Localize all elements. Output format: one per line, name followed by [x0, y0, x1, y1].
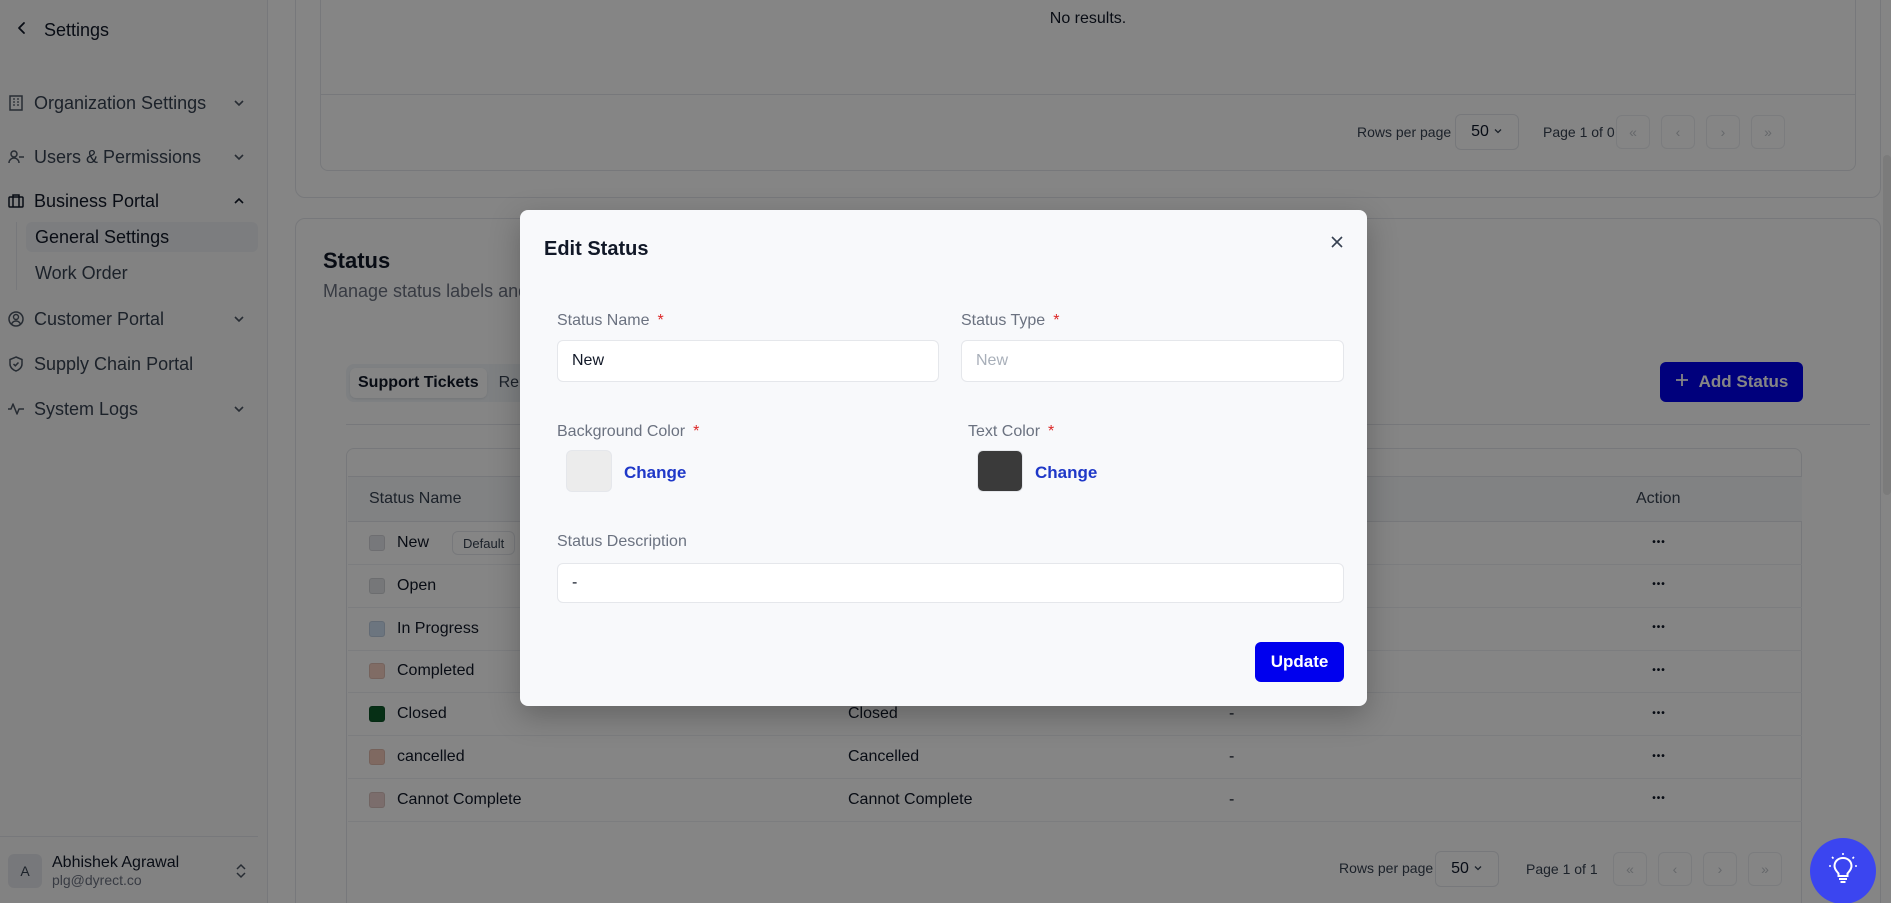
update-button[interactable]: Update — [1255, 642, 1344, 682]
help-button[interactable] — [1810, 838, 1876, 903]
edit-status-dialog: Edit Status Status Name * New Status Type… — [520, 210, 1367, 706]
status-type-input[interactable]: New — [961, 340, 1344, 382]
change-text-color-link[interactable]: Change — [1035, 463, 1097, 483]
status-name-input[interactable]: New — [557, 340, 939, 382]
change-background-color-link[interactable]: Change — [624, 463, 686, 483]
text-color-label: Text Color * — [968, 423, 1055, 440]
text-color-swatch[interactable] — [977, 450, 1023, 492]
status-description-input[interactable]: - — [557, 563, 1344, 603]
background-color-swatch[interactable] — [566, 450, 612, 492]
close-icon[interactable] — [1325, 230, 1349, 254]
status-name-label: Status Name * — [557, 312, 664, 329]
lightbulb-icon — [1828, 852, 1858, 891]
status-type-label: Status Type * — [961, 312, 1060, 329]
dialog-title: Edit Status — [544, 238, 649, 260]
status-description-label: Status Description — [557, 533, 687, 550]
background-color-label: Background Color * — [557, 423, 700, 440]
